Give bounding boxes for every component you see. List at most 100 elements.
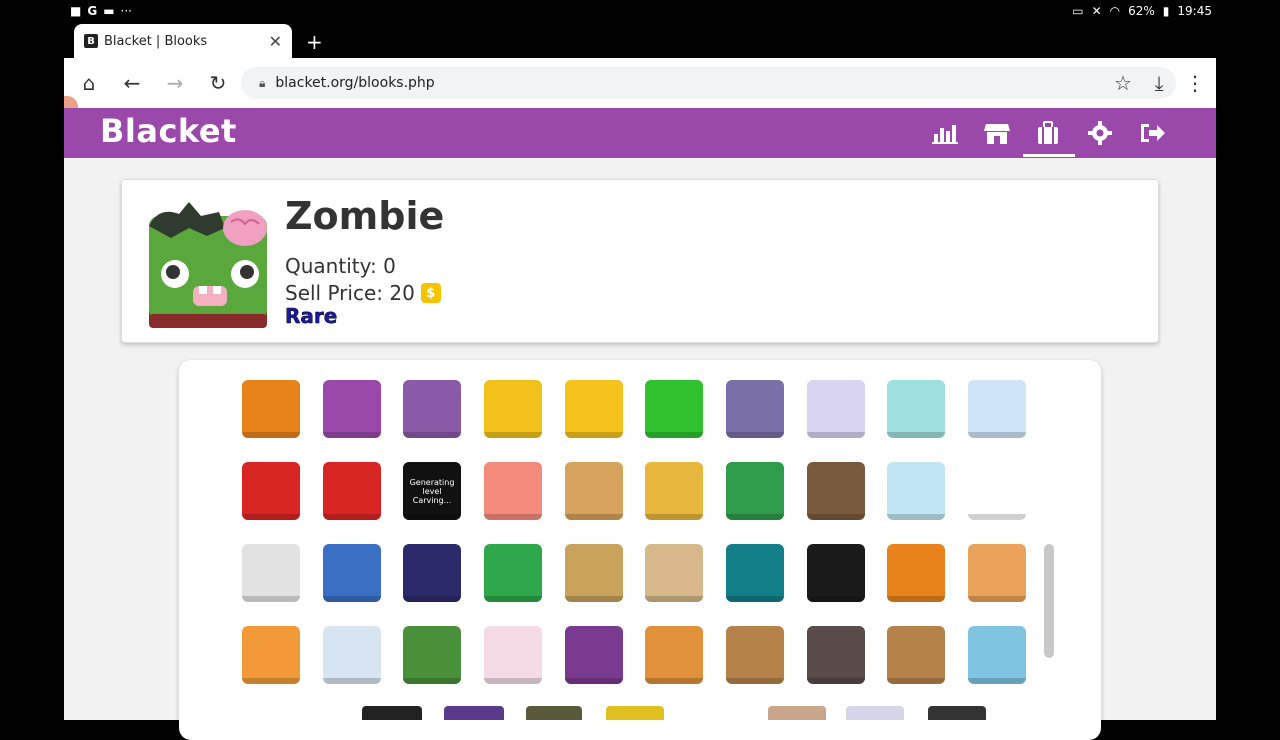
blook-generating-screen[interactable]: Generating level Carving... xyxy=(403,462,461,520)
blook-face xyxy=(887,544,945,602)
blook-peacock[interactable] xyxy=(968,626,1026,684)
blook-toast[interactable] xyxy=(968,544,1026,602)
site-logo[interactable]: Blacket xyxy=(100,112,237,150)
blook-panda-rainbow[interactable] xyxy=(968,380,1026,438)
rarity-label: Rare xyxy=(285,304,338,329)
google-icon: G xyxy=(87,4,98,18)
status-left: ■ G ▬ ··· xyxy=(70,4,132,18)
blook-snow-globe[interactable] xyxy=(887,462,945,520)
blook-red-plain[interactable] xyxy=(242,462,300,520)
blook-red-cheek-yellow[interactable] xyxy=(565,380,623,438)
battery-icon: ▮ xyxy=(1162,4,1170,18)
blook-night-sky[interactable] xyxy=(403,544,461,602)
blook-retro-tv-purple[interactable] xyxy=(403,380,461,438)
new-tab-button[interactable]: + xyxy=(306,30,323,54)
partial-blook xyxy=(768,706,826,720)
blook-unicorn[interactable] xyxy=(484,626,542,684)
back-icon[interactable]: ← xyxy=(119,70,145,96)
blook-pumpkin[interactable] xyxy=(242,380,300,438)
blook-face xyxy=(968,544,1026,602)
blook-tan-plain[interactable] xyxy=(645,544,703,602)
blook-face xyxy=(403,544,461,602)
reload-icon[interactable]: ↻ xyxy=(205,70,231,96)
blook-tropical-island[interactable] xyxy=(242,626,300,684)
blook-face xyxy=(565,462,623,520)
blook-space-console[interactable] xyxy=(242,544,300,602)
blook-face xyxy=(323,462,381,520)
blook-face xyxy=(645,380,703,438)
blook-face xyxy=(807,544,865,602)
settings-icon[interactable] xyxy=(1085,118,1115,148)
partial-blook xyxy=(606,706,664,720)
close-icon[interactable]: ✕ xyxy=(269,32,282,51)
blook-wood-mustache[interactable] xyxy=(726,626,784,684)
menu-icon[interactable]: ⋮ xyxy=(1182,70,1208,96)
address-bar[interactable]: 🔒︎ blacket.org/blooks.php xyxy=(241,67,1176,99)
blook-werewolf[interactable] xyxy=(807,626,865,684)
tab-title: Blacket | Blooks xyxy=(104,33,208,49)
sell-price-label: Sell Price: 20 xyxy=(285,281,415,305)
blook-face xyxy=(645,462,703,520)
blook-swamp-monster[interactable] xyxy=(484,544,542,602)
blook-face xyxy=(242,380,300,438)
blook-name: Zombie xyxy=(285,194,445,238)
blook-face xyxy=(323,544,381,602)
market-icon[interactable] xyxy=(982,118,1012,148)
blook-purple-plain[interactable] xyxy=(323,380,381,438)
partial-blook xyxy=(928,706,986,720)
forward-icon[interactable]: → xyxy=(162,70,188,96)
blook-narwhal[interactable] xyxy=(887,380,945,438)
blook-face xyxy=(565,626,623,684)
browser-tab[interactable]: B Blacket | Blooks ✕ xyxy=(74,24,292,58)
blook-face xyxy=(887,380,945,438)
blook-face xyxy=(565,544,623,602)
blooks-icon[interactable] xyxy=(1033,118,1063,148)
blook-santa[interactable] xyxy=(645,462,703,520)
blook-rainbow-cloud[interactable] xyxy=(807,380,865,438)
blook-face xyxy=(887,462,945,520)
blook-face xyxy=(726,380,784,438)
blook-salmon-plain[interactable] xyxy=(484,462,542,520)
blook-sloth[interactable] xyxy=(807,462,865,520)
blook-talking-dog[interactable] xyxy=(565,544,623,602)
partial-blook xyxy=(846,706,904,720)
blook-face xyxy=(403,380,461,438)
coin-icon: $ xyxy=(420,283,441,303)
quantity-label: Quantity: 0 xyxy=(285,254,396,278)
scrollbar-thumb[interactable] xyxy=(1044,544,1054,658)
stats-icon[interactable] xyxy=(930,118,960,148)
blook-green-creeper[interactable] xyxy=(726,462,784,520)
blook-teal-plain[interactable] xyxy=(726,544,784,602)
blook-face xyxy=(645,626,703,684)
blook-waffle[interactable] xyxy=(645,626,703,684)
blook-rocket[interactable] xyxy=(323,544,381,602)
blook-retro-tv-gray[interactable] xyxy=(726,380,784,438)
mute-icon: ✕ xyxy=(1091,4,1102,18)
blook-face xyxy=(484,380,542,438)
blook-chick-black[interactable] xyxy=(807,544,865,602)
blook-face xyxy=(242,544,300,602)
logout-icon[interactable] xyxy=(1137,118,1167,148)
blook-face xyxy=(726,544,784,602)
blook-sandwich[interactable] xyxy=(565,462,623,520)
blook-face xyxy=(807,380,865,438)
home-icon[interactable]: ⌂ xyxy=(76,70,102,96)
download-icon[interactable]: ⤓ xyxy=(1146,70,1172,96)
blook-retro-tv-red[interactable] xyxy=(323,462,381,520)
blook-ufo[interactable] xyxy=(403,626,461,684)
blook-snowman[interactable] xyxy=(968,462,1026,520)
blook-info-card: Zombie Quantity: 0 Sell Price: 20 $ Rare xyxy=(121,179,1159,343)
blook-yellow-bot[interactable] xyxy=(484,380,542,438)
blook-face xyxy=(242,462,300,520)
blook-tiger[interactable] xyxy=(887,544,945,602)
blook-wood-mustache-2[interactable] xyxy=(887,626,945,684)
blook-face xyxy=(968,626,1026,684)
blook-playing-card[interactable] xyxy=(323,626,381,684)
blook-green-plain[interactable] xyxy=(645,380,703,438)
star-icon[interactable]: ☆ xyxy=(1110,70,1136,96)
wifi-icon: ◠ xyxy=(1109,4,1121,18)
blook-vampire[interactable] xyxy=(565,626,623,684)
blook-face xyxy=(887,626,945,684)
blook-face xyxy=(807,462,865,520)
blook-face xyxy=(484,626,542,684)
